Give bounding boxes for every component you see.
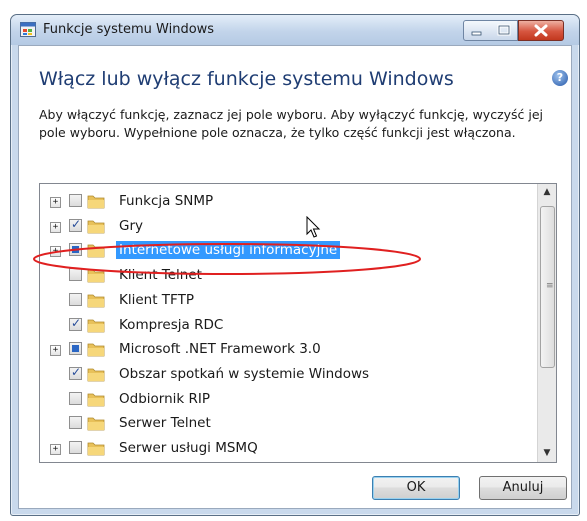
feature-row[interactable]: + Funkcja SNMP	[40, 190, 536, 215]
feature-label: Serwer Telnet	[119, 415, 211, 432]
feature-label: Odbiornik RIP	[119, 390, 211, 407]
expand-plus-icon[interactable]: +	[50, 246, 61, 258]
scrollbar-grip-icon: ≡	[546, 281, 554, 291]
feature-row[interactable]: + Internetowe usługi informacyjne	[40, 239, 536, 264]
features-tree[interactable]: + Funkcja SNMP + Gry + Internetowe usługi inf…	[39, 183, 557, 463]
close-button[interactable]	[518, 20, 564, 41]
feature-row[interactable]: Kompresja RDC	[40, 314, 536, 339]
cancel-button[interactable]: Anuluj	[479, 476, 567, 500]
scroll-up-arrow-icon[interactable]: ▲	[538, 184, 556, 201]
feature-label: Obszar spotkań w systemie Windows	[119, 365, 370, 382]
vertical-scrollbar[interactable]: ▲ ≡ ▼	[537, 184, 556, 462]
feature-row[interactable]: Obszar spotkań w systemie Windows	[40, 363, 536, 388]
feature-label: Microsoft .NET Framework 3.0	[119, 341, 321, 358]
scroll-down-arrow-icon[interactable]: ▼	[538, 445, 556, 462]
folder-icon	[87, 442, 105, 456]
folder-icon	[87, 294, 105, 308]
folder-icon	[87, 244, 105, 258]
windows-features-app-icon	[20, 22, 36, 37]
feature-label: Gry	[119, 217, 144, 234]
feature-row[interactable]: + Serwer usługi MSMQ	[40, 437, 536, 462]
feature-row[interactable]: + Microsoft .NET Framework 3.0	[40, 338, 536, 363]
feature-checkbox[interactable]	[69, 243, 82, 257]
expand-plus-icon[interactable]: +	[50, 345, 61, 357]
minimize-button[interactable]	[463, 20, 492, 41]
expand-plus-icon[interactable]: +	[50, 197, 61, 208]
scrollbar-thumb[interactable]: ≡	[540, 206, 555, 368]
feature-row[interactable]: + Gry	[40, 215, 536, 240]
folder-icon	[87, 368, 105, 382]
dialog-heading: Włącz lub wyłącz funkcje systemu Windows	[39, 68, 454, 90]
folder-icon	[87, 319, 105, 332]
feature-checkbox[interactable]	[69, 316, 82, 331]
folder-icon	[87, 269, 105, 283]
folder-icon	[87, 220, 105, 234]
feature-checkbox[interactable]	[69, 441, 82, 454]
maximize-button[interactable]	[491, 20, 518, 41]
feature-row[interactable]: Odbiornik RIP	[40, 388, 536, 413]
feature-checkbox[interactable]	[69, 194, 82, 207]
feature-checkbox[interactable]	[69, 268, 82, 282]
feature-label: Funkcja SNMP	[119, 193, 214, 209]
close-icon	[534, 24, 548, 37]
feature-row[interactable]: Serwer Telnet	[40, 412, 536, 437]
expand-plus-icon[interactable]: +	[50, 444, 61, 455]
feature-label: Internetowe usługi informacyjne	[116, 241, 341, 260]
window-title: Funkcje systemu Windows	[43, 22, 215, 37]
feature-label: Kompresja RDC	[119, 316, 224, 333]
expand-plus-icon[interactable]: +	[50, 221, 61, 233]
folder-icon	[87, 195, 105, 209]
feature-checkbox[interactable]	[69, 342, 82, 356]
feature-checkbox[interactable]	[69, 365, 82, 380]
maximize-icon	[497, 24, 511, 36]
feature-row[interactable]: Klient Telnet	[40, 264, 536, 289]
feature-label: Klient Telnet	[119, 267, 202, 284]
minimize-icon	[471, 31, 482, 36]
title-bar[interactable]: Funkcje systemu Windows	[11, 15, 579, 45]
help-icon[interactable]: ?	[552, 70, 568, 86]
windows-features-window: Funkcje systemu Windows Włącz lub wyłącz…	[10, 14, 580, 516]
folder-icon	[87, 417, 105, 431]
feature-checkbox[interactable]	[69, 416, 82, 430]
feature-row[interactable]: Klient TFTP	[40, 289, 536, 314]
feature-checkbox[interactable]	[69, 217, 82, 232]
dialog-description: Aby włączyć funkcję, zaznacz jej pole wy…	[39, 107, 544, 140]
feature-label: Klient TFTP	[119, 291, 194, 308]
folder-icon	[87, 393, 105, 406]
dialog-body: Włącz lub wyłącz funkcje systemu Windows…	[18, 45, 572, 509]
feature-checkbox[interactable]	[69, 391, 82, 405]
feature-checkbox[interactable]	[69, 292, 82, 306]
feature-label: Serwer usługi MSMQ	[119, 440, 258, 456]
folder-icon	[87, 343, 105, 357]
ok-button[interactable]: OK	[372, 476, 460, 500]
